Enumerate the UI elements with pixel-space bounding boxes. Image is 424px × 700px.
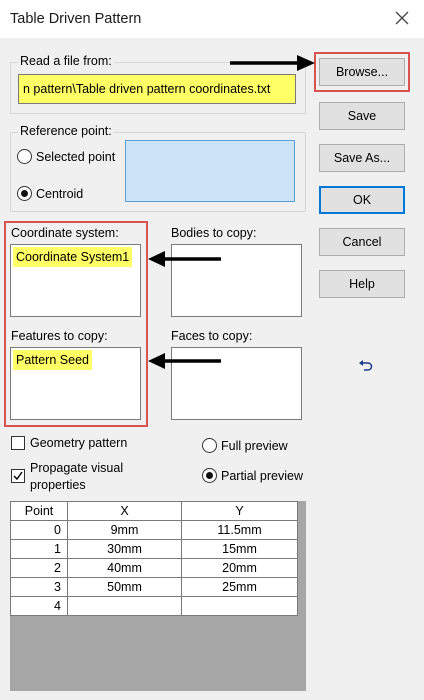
column-header-point: Point bbox=[10, 501, 68, 521]
window-title: Table Driven Pattern bbox=[10, 11, 142, 27]
arrow-left-icon bbox=[148, 251, 221, 267]
table-row[interactable]: 1 30mm 15mm bbox=[10, 539, 298, 559]
table-cell-y[interactable]: 25mm bbox=[181, 577, 298, 597]
file-group-label: Read a file from: bbox=[18, 54, 114, 68]
checkmark-icon bbox=[13, 471, 23, 481]
table-cell-point: 4 bbox=[10, 596, 68, 616]
table-cell-x[interactable]: 30mm bbox=[67, 539, 182, 559]
table-cell-point: 0 bbox=[10, 520, 68, 540]
table-header-row: Point X Y bbox=[10, 501, 298, 521]
column-header-x: X bbox=[67, 501, 182, 521]
table-cell-x[interactable]: 40mm bbox=[67, 558, 182, 578]
partial-preview-label: Partial preview bbox=[221, 469, 303, 483]
table-cell-x[interactable]: 50mm bbox=[67, 577, 182, 597]
propagate-visual-label-line2: properties bbox=[30, 478, 86, 492]
faces-to-copy-label: Faces to copy: bbox=[171, 329, 253, 343]
browse-button[interactable]: Browse... bbox=[319, 58, 405, 86]
arrow-left-icon bbox=[230, 55, 315, 71]
table-cell-y[interactable]: 11.5mm bbox=[181, 520, 298, 540]
table-cell-y[interactable]: 15mm bbox=[181, 539, 298, 559]
table-cell-x[interactable]: 9mm bbox=[67, 520, 182, 540]
propagate-visual-checkbox[interactable] bbox=[11, 469, 25, 483]
bodies-to-copy-label: Bodies to copy: bbox=[171, 226, 257, 240]
table-cell-point: 1 bbox=[10, 539, 68, 559]
table-cell-point: 3 bbox=[10, 577, 68, 597]
selected-point-radio[interactable] bbox=[17, 149, 32, 164]
full-preview-radio[interactable] bbox=[202, 438, 217, 453]
geometry-pattern-label: Geometry pattern bbox=[30, 436, 128, 450]
centroid-label: Centroid bbox=[36, 187, 84, 201]
reference-point-label: Reference point: bbox=[18, 124, 114, 138]
centroid-radio[interactable] bbox=[17, 186, 32, 201]
title-bar: Table Driven Pattern bbox=[0, 0, 424, 38]
coordinates-table: Point X Y 0 9mm 11.5mm 1 30mm 15mm 2 40m… bbox=[10, 501, 298, 616]
table-cell-y[interactable]: 20mm bbox=[181, 558, 298, 578]
table-cell-x[interactable] bbox=[67, 596, 182, 616]
partial-preview-radio[interactable] bbox=[202, 468, 217, 483]
table-row[interactable]: 2 40mm 20mm bbox=[10, 558, 298, 578]
file-path-field[interactable]: n pattern\Table driven pattern coordinat… bbox=[18, 74, 296, 104]
close-icon[interactable] bbox=[394, 10, 410, 26]
selected-point-label: Selected point bbox=[36, 150, 116, 164]
propagate-visual-label: Propagate visual bbox=[30, 461, 124, 475]
table-row[interactable]: 0 9mm 11.5mm bbox=[10, 520, 298, 540]
cancel-button[interactable]: Cancel bbox=[319, 228, 405, 256]
save-as-button[interactable]: Save As... bbox=[319, 144, 405, 172]
table-row[interactable]: 3 50mm 25mm bbox=[10, 577, 298, 597]
selection-callout-box bbox=[4, 221, 148, 427]
save-button[interactable]: Save bbox=[319, 102, 405, 130]
geometry-pattern-checkbox[interactable] bbox=[11, 436, 25, 450]
table-cell-y[interactable] bbox=[181, 596, 298, 616]
reference-point-selection-box[interactable] bbox=[125, 140, 295, 202]
table-cell-point: 2 bbox=[10, 558, 68, 578]
undo-icon[interactable] bbox=[358, 357, 374, 373]
full-preview-label: Full preview bbox=[221, 439, 288, 453]
help-button[interactable]: Help bbox=[319, 270, 405, 298]
arrow-left-icon bbox=[148, 353, 221, 369]
ok-button[interactable]: OK bbox=[319, 186, 405, 214]
column-header-y: Y bbox=[181, 501, 298, 521]
table-row[interactable]: 4 bbox=[10, 596, 298, 616]
